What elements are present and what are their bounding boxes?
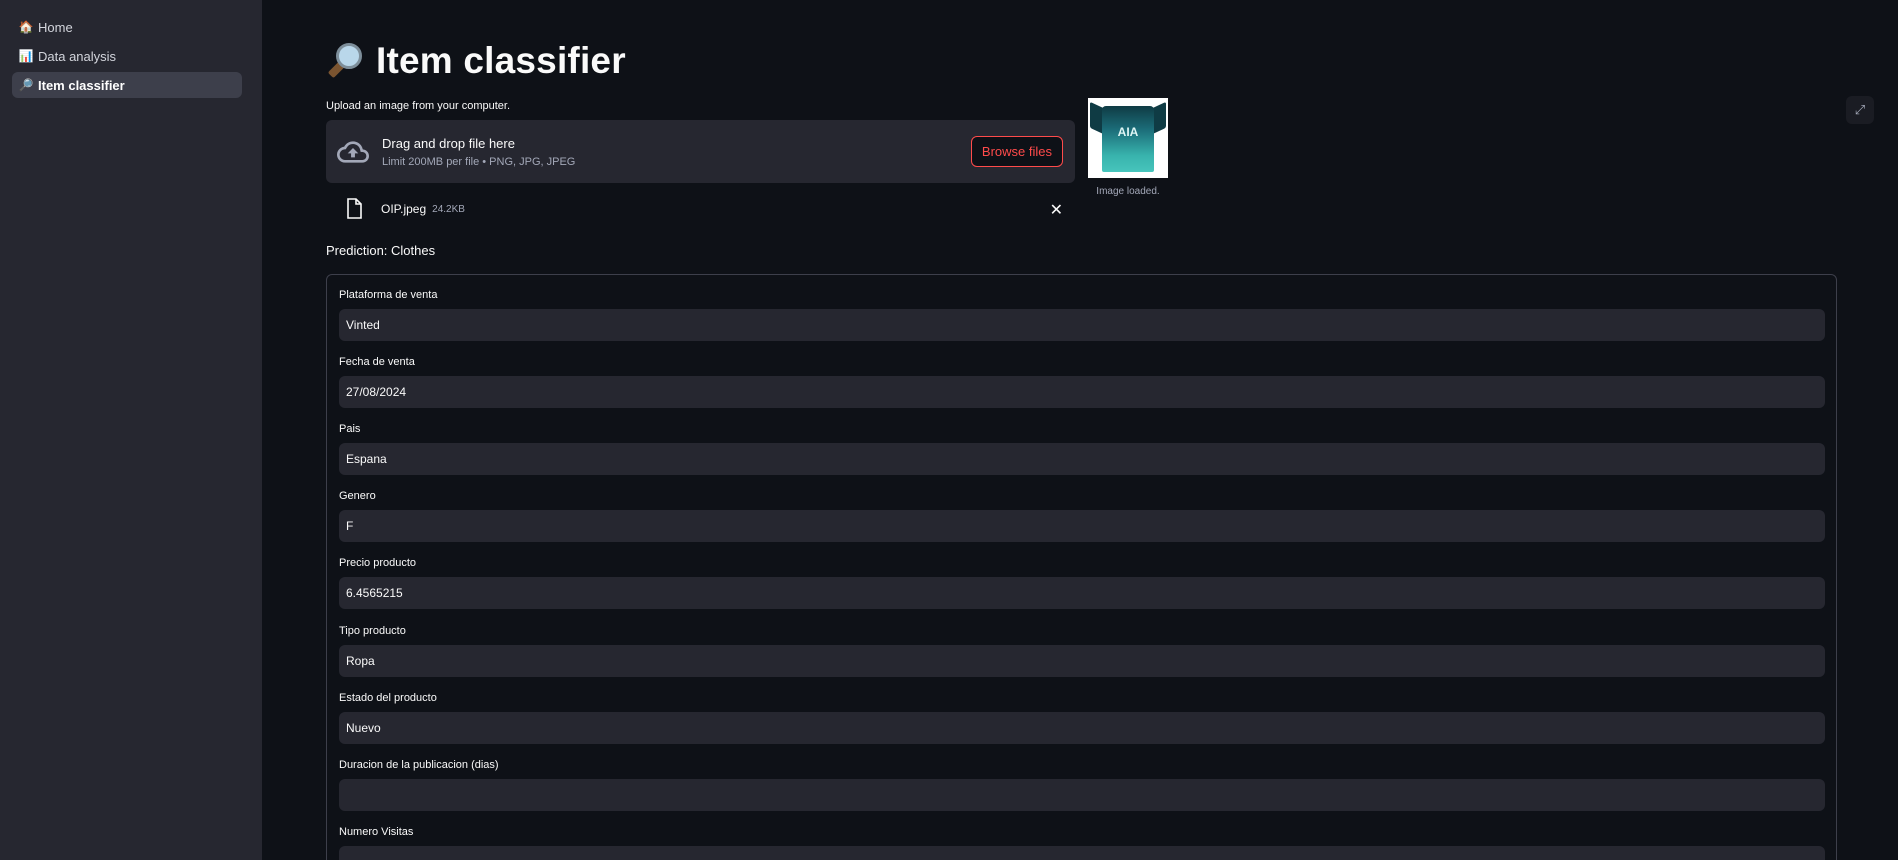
field-label: Estado del producto <box>339 692 437 704</box>
remove-file-icon[interactable]: ✕ <box>1050 200 1063 220</box>
dropzone-limit: Limit 200MB per file • PNG, JPG, JPEG <box>382 155 576 168</box>
sidebar-item-item-classifier[interactable]: 🔎 Item classifier <box>12 72 242 98</box>
browse-files-button[interactable]: Browse files <box>970 136 1063 167</box>
sidebar: 🏠 Home 📊 Data analysis 🔎 Item classifier <box>0 0 262 860</box>
estado-input[interactable]: Nuevo <box>339 712 1825 744</box>
visitas-input[interactable] <box>339 846 1825 860</box>
main-area: Item classifier Upload an image from you… <box>262 0 1898 860</box>
file-name: OIP.jpeg <box>381 202 427 216</box>
sidebar-item-label: Home <box>38 19 73 35</box>
field-label: Numero Visitas <box>339 826 414 838</box>
magnifier-icon <box>326 41 366 81</box>
bar-chart-icon: 📊 <box>18 49 34 63</box>
field-estado: Estado del producto Nuevo <box>339 692 1825 744</box>
file-icon <box>347 198 362 219</box>
field-duracion: Duracion de la publicacion (dias) <box>339 759 1825 811</box>
genero-input[interactable]: F <box>339 510 1825 542</box>
sidebar-item-label: Item classifier <box>38 77 125 93</box>
page-title: Item classifier <box>326 40 626 82</box>
fecha-input[interactable]: 27/08/2024 <box>339 376 1825 408</box>
shirt-logo-text: AIA <box>1117 125 1139 139</box>
field-label: Fecha de venta <box>339 356 415 368</box>
magnifier-icon: 🔎 <box>18 78 34 92</box>
sidebar-item-label: Data analysis <box>38 48 117 64</box>
sidebar-item-data-analysis[interactable]: 📊 Data analysis <box>12 43 242 69</box>
field-label: Genero <box>339 490 376 502</box>
plataforma-input[interactable]: Vinted <box>339 309 1825 341</box>
field-label: Plataforma de venta <box>339 289 438 301</box>
image-caption: Image loaded. <box>1096 186 1160 197</box>
house-icon: 🏠 <box>18 20 34 34</box>
precio-input[interactable]: 6.4565215 <box>339 577 1825 609</box>
file-size: 24.2KB <box>432 203 465 215</box>
sidebar-item-home[interactable]: 🏠 Home <box>12 14 242 40</box>
pais-input[interactable]: Espana <box>339 443 1825 475</box>
dropzone-title: Drag and drop file here <box>382 135 515 151</box>
field-label: Tipo producto <box>339 625 406 637</box>
field-visitas: Numero Visitas <box>339 826 1825 860</box>
field-genero: Genero F <box>339 490 1825 542</box>
fullscreen-icon[interactable]: ⤢ <box>1846 96 1874 124</box>
image-preview: AIA Image loaded. <box>1088 98 1168 197</box>
field-label: Duracion de la publicacion (dias) <box>339 759 499 771</box>
shirt-image: AIA <box>1088 98 1168 178</box>
duracion-input[interactable] <box>339 779 1825 811</box>
prediction-text: Prediction: Clothes <box>326 243 436 258</box>
field-fecha: Fecha de venta 27/08/2024 <box>339 356 1825 408</box>
uploader-label: Upload an image from your computer. <box>326 100 511 112</box>
field-plataforma: Plataforma de venta Vinted <box>339 289 1825 341</box>
file-dropzone[interactable]: Drag and drop file here Limit 200MB per … <box>326 120 1075 183</box>
cloud-upload-icon <box>337 140 369 163</box>
field-tipo: Tipo producto Ropa <box>339 625 1825 677</box>
tipo-input[interactable]: Ropa <box>339 645 1825 677</box>
field-label: Precio producto <box>339 557 417 569</box>
field-precio: Precio producto 6.4565215 <box>339 557 1825 609</box>
field-pais: Pais Espana <box>339 423 1825 475</box>
page-title-text: Item classifier <box>376 40 626 81</box>
field-label: Pais <box>339 423 361 435</box>
uploaded-file: OIP.jpeg 24.2KB ✕ <box>326 198 1075 220</box>
product-form: Plataforma de venta Vinted Fecha de vent… <box>326 274 1837 860</box>
